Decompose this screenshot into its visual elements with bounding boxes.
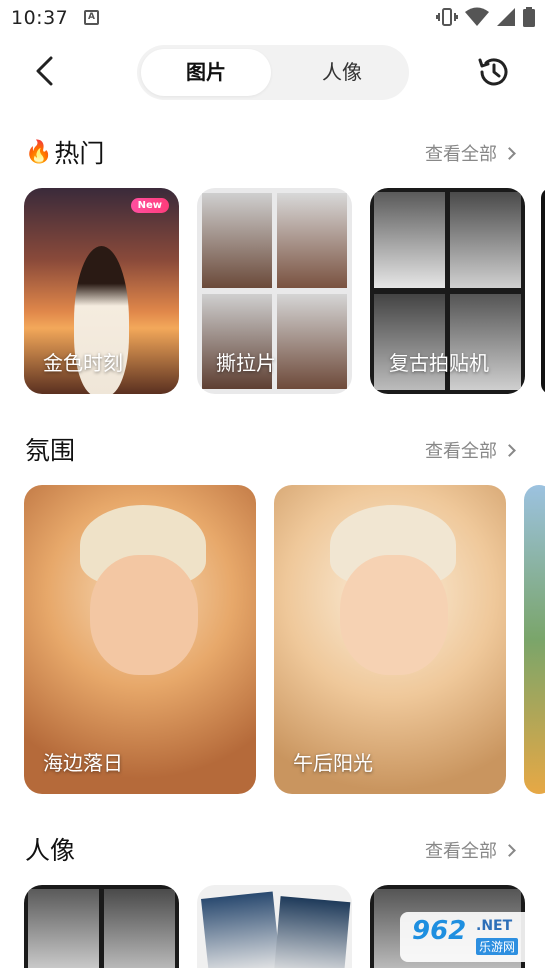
back-button[interactable] [28,54,62,88]
section-hot-title: 🔥 热门 [25,134,104,170]
category-segmented-control: 图片 人像 [137,45,409,100]
face [340,555,448,675]
photo-frame [201,891,281,968]
atmosphere-cards-row: 海边落日 午后阳光 [0,485,545,794]
section-portrait-header: 人像 查看全部 [0,831,545,871]
see-all-portrait-button[interactable]: 查看全部 [425,837,516,863]
chevron-right-icon [503,146,516,160]
see-all-label: 查看全部 [425,841,497,862]
section-hot-header: 🔥 热门 查看全部 [0,134,545,174]
signal-icon [497,8,515,26]
photo-frame [273,896,351,968]
status-bar: 10:37 A [0,0,545,36]
card-afternoon-sun[interactable]: 午后阳光 [274,485,506,794]
section-atmosphere-header: 氛围 查看全部 [0,431,545,471]
tab-pictures[interactable]: 图片 [141,49,271,96]
history-icon [478,58,508,86]
card-golden-hour[interactable]: New 金色时刻 [24,188,179,394]
hot-cards-row: New 金色时刻 撕拉片 复古拍贴机 [0,188,545,394]
see-all-atmosphere-button[interactable]: 查看全部 [425,437,516,463]
card-partial-next[interactable] [524,485,545,794]
chevron-right-icon [503,443,516,457]
card-label: 金色时刻 [43,351,123,375]
wifi-icon [465,7,489,26]
photo-frame [202,193,272,288]
new-badge: New [130,198,169,213]
section-atmosphere-title: 氛围 [25,436,76,465]
fire-icon: 🔥 [25,139,53,165]
top-header: 图片 人像 [0,40,545,104]
history-button[interactable] [476,54,512,90]
section-hot-title-text: 热门 [54,139,105,168]
card-peel-film[interactable]: 撕拉片 [197,188,352,394]
battery-icon [523,7,535,27]
vibrate-icon [436,8,458,26]
watermark-site-name: 乐游网 [476,938,519,955]
photo-frame [374,192,445,288]
status-icons [436,7,535,27]
site-watermark: 962 .NET 乐游网 [400,912,540,962]
card-partial-next[interactable] [541,188,545,394]
watermark-domain: .NET [476,918,513,934]
section-portrait-title: 人像 [25,836,76,865]
chevron-right-icon [503,843,516,857]
see-all-label: 查看全部 [425,441,497,462]
card-retro-photobooth[interactable]: 复古拍贴机 [370,188,525,394]
see-all-label: 查看全部 [425,144,497,165]
photo-frame [104,889,175,968]
card-label: 海边落日 [43,751,123,775]
photo-frame [28,889,99,968]
card-seaside-sunset[interactable]: 海边落日 [24,485,256,794]
photo-frame [277,193,347,288]
tab-portrait[interactable]: 人像 [277,49,407,96]
photo-frame [450,192,521,288]
back-arrow-icon [36,56,53,86]
photo-frame [277,294,347,389]
card-label: 撕拉片 [216,351,276,375]
status-time: 10:37 [11,7,69,29]
card-portrait-1[interactable] [24,885,179,968]
see-all-hot-button[interactable]: 查看全部 [425,140,516,166]
watermark-number: 962 [412,916,467,946]
accessibility-icon: A [84,10,99,25]
card-label: 复古拍贴机 [389,351,489,375]
face [90,555,198,675]
card-label: 午后阳光 [293,751,373,775]
card-portrait-2[interactable] [197,885,352,968]
